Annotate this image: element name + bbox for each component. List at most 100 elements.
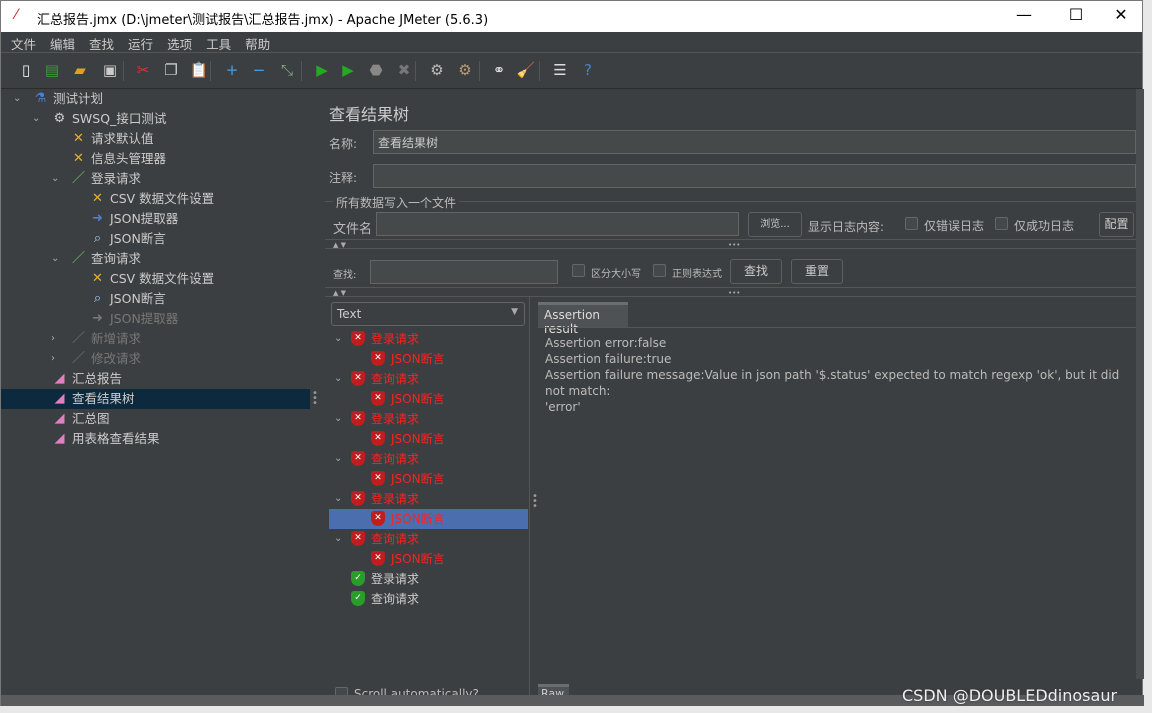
clear-icon[interactable]: ⚙ <box>426 59 448 81</box>
tree-item[interactable]: ⌄ ⚗ 测试计划 <box>1 89 310 109</box>
tree-item[interactable]: › ／ 新增请求 <box>1 329 310 349</box>
menu-1[interactable]: 编辑 <box>40 32 81 53</box>
chevron-down-icon[interactable]: ⌄ <box>334 409 342 429</box>
splitter-handle[interactable]: ••• <box>532 492 538 512</box>
result-item[interactable]: ✕ JSON断言 <box>329 469 528 489</box>
chevron-down-icon[interactable]: ⌄ <box>334 489 342 509</box>
stop-icon[interactable]: ⬣ <box>365 59 387 81</box>
assertion-line: Assertion failure:true <box>545 352 672 366</box>
paste-icon[interactable]: 📋 <box>188 59 210 81</box>
result-item[interactable]: ✕ JSON断言 <box>329 549 528 569</box>
menu-5[interactable]: 工具 <box>196 32 237 53</box>
tree-item[interactable]: ◢ 汇总报告 <box>1 369 310 389</box>
start-no-pause-icon[interactable]: ▶ <box>337 59 359 81</box>
chevron-right-icon[interactable]: › <box>51 329 55 349</box>
chevron-down-icon[interactable]: ⌄ <box>13 89 21 109</box>
function-helper-icon[interactable]: ☰ <box>549 59 571 81</box>
search-icon[interactable]: ⚭ <box>488 59 510 81</box>
errors-only-checkbox[interactable] <box>905 217 918 230</box>
case-sensitive-checkbox[interactable] <box>572 264 585 277</box>
start-icon[interactable]: ▶ <box>311 59 333 81</box>
result-item[interactable]: ⌄ ✕ 查询请求 <box>329 369 528 389</box>
file-name-field[interactable] <box>376 212 739 236</box>
tree-item[interactable]: ⌕ JSON断言 <box>1 289 310 309</box>
result-item[interactable]: ⌄ ✕ 登录请求 <box>329 329 528 349</box>
tree-item[interactable]: ➜ JSON提取器 <box>1 209 310 229</box>
tree-item-label: JSON断言 <box>110 231 166 246</box>
comment-field[interactable] <box>373 164 1136 188</box>
tree-item[interactable]: ✕ 请求默认值 <box>1 129 310 149</box>
result-item[interactable]: ✕ JSON断言 <box>329 349 528 369</box>
toggle-icon[interactable]: ⤡ <box>276 59 298 81</box>
minimize-button[interactable]: — <box>1004 5 1044 24</box>
file-group-label: 所有数据写入一个文件 <box>333 194 460 211</box>
name-field[interactable]: 查看结果树 <box>373 130 1136 154</box>
close-button[interactable]: ✕ <box>1101 5 1141 24</box>
renderer-select[interactable]: Text ▼ <box>331 302 525 326</box>
chevron-down-icon[interactable]: ⌄ <box>32 109 40 129</box>
result-item[interactable]: ⌄ ✕ 登录请求 <box>329 489 528 509</box>
tab-assertion-result[interactable]: Assertion result <box>538 302 628 336</box>
tree-item[interactable]: ⌄ ⚙ SWSQ_接口测试 <box>1 109 310 129</box>
result-item[interactable]: ⌄ ✕ 查询请求 <box>329 529 528 549</box>
expand-icon[interactable]: + <box>221 59 243 81</box>
success-only-checkbox[interactable] <box>995 217 1008 230</box>
new-icon[interactable]: ▯ <box>15 59 37 81</box>
result-item[interactable]: ✓ 查询请求 <box>329 589 528 609</box>
splitter-handle[interactable]: ••• <box>312 389 318 409</box>
shutdown-icon[interactable]: ✖ <box>393 59 415 81</box>
maximize-button[interactable]: ☐ <box>1056 5 1096 24</box>
tree-item[interactable]: ✕ 信息头管理器 <box>1 149 310 169</box>
tree-item[interactable]: ✕ CSV 数据文件设置 <box>1 269 310 289</box>
result-item[interactable]: ✕ JSON断言 <box>329 429 528 449</box>
assertion-line: Assertion failure message:Value in json … <box>545 368 1120 398</box>
result-label: 登录请求 <box>371 412 420 426</box>
chevron-down-icon[interactable]: ⌄ <box>334 529 342 549</box>
log-content-label: 显示日志内容: <box>808 220 885 234</box>
clear-all-icon[interactable]: ⚙ <box>454 59 476 81</box>
collapse-icon[interactable]: − <box>248 59 270 81</box>
menu-4[interactable]: 选项 <box>157 32 198 53</box>
browse-button[interactable]: 浏览... <box>748 212 802 237</box>
tree-item-label: 测试计划 <box>53 91 104 106</box>
vertical-scrollbar[interactable] <box>1136 89 1144 679</box>
chevron-right-icon[interactable]: › <box>51 349 55 369</box>
regex-checkbox[interactable] <box>653 264 666 277</box>
tree-item[interactable]: ◢ 汇总图 <box>1 409 310 429</box>
open-icon[interactable]: ▰ <box>69 59 91 81</box>
menu-0[interactable]: 文件 <box>1 32 42 53</box>
save-icon[interactable]: ▣ <box>99 59 121 81</box>
tree-item[interactable]: ✕ CSV 数据文件设置 <box>1 189 310 209</box>
reset-button[interactable]: 重置 <box>791 259 843 284</box>
find-button[interactable]: 查找 <box>730 259 782 284</box>
result-item[interactable]: ✕ JSON断言 <box>329 509 528 529</box>
tree-item[interactable]: ⌕ JSON断言 <box>1 229 310 249</box>
result-item[interactable]: ⌄ ✕ 查询请求 <box>329 449 528 469</box>
templates-icon[interactable]: ▤ <box>41 59 63 81</box>
tree-item[interactable]: › ／ 修改请求 <box>1 349 310 369</box>
tree-item[interactable]: ⌄ ／ 登录请求 <box>1 169 310 189</box>
chevron-down-icon[interactable]: ⌄ <box>334 369 342 389</box>
result-item[interactable]: ✓ 登录请求 <box>329 569 528 589</box>
reset-search-icon[interactable]: 🧹 <box>515 59 537 81</box>
chevron-down-icon[interactable]: ⌄ <box>334 449 342 469</box>
menu-6[interactable]: 帮助 <box>235 32 276 53</box>
tree-item[interactable]: ⌄ ／ 查询请求 <box>1 249 310 269</box>
tree-item[interactable]: ◢ 用表格查看结果 <box>1 429 310 449</box>
configure-button[interactable]: 配置 <box>1099 212 1134 237</box>
chevron-down-icon[interactable]: ⌄ <box>51 169 59 189</box>
tree-item[interactable]: ◢ 查看结果树 <box>1 389 310 409</box>
result-item[interactable]: ⌄ ✕ 登录请求 <box>329 409 528 429</box>
cut-icon[interactable]: ✂ <box>132 59 154 81</box>
help-icon[interactable]: ? <box>577 59 599 81</box>
menu-2[interactable]: 查找 <box>79 32 120 53</box>
copy-icon[interactable]: ❐ <box>160 59 182 81</box>
tree-item-label: 汇总报告 <box>72 371 123 386</box>
search-field[interactable] <box>370 260 558 284</box>
menu-3[interactable]: 运行 <box>118 32 159 53</box>
result-item[interactable]: ✕ JSON断言 <box>329 389 528 409</box>
chevron-down-icon[interactable]: ⌄ <box>51 249 59 269</box>
fail-shield-icon: ✕ <box>351 531 365 546</box>
chevron-down-icon[interactable]: ⌄ <box>334 329 342 349</box>
tree-item[interactable]: ➜ JSON提取器 <box>1 309 310 329</box>
